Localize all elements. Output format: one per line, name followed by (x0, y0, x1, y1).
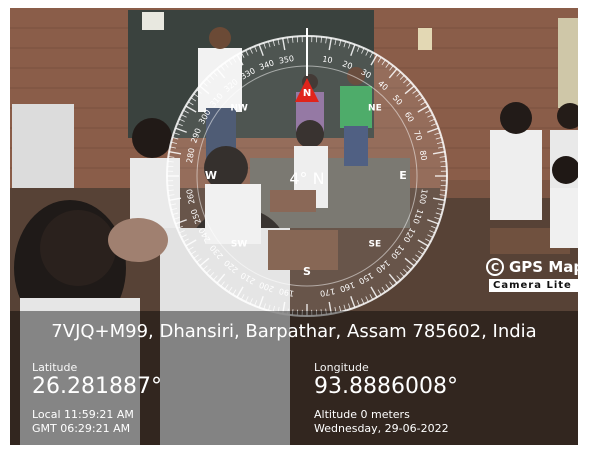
compass-degree-label: 10 (322, 54, 334, 65)
app-logo-icon: C (486, 258, 504, 276)
local-time: Local 11:59:21 AM (32, 408, 134, 421)
longitude-label: Longitude (314, 361, 369, 374)
compass-cardinal-n: N (303, 88, 311, 99)
app-name: GPS Map (509, 258, 578, 276)
compass-cardinal-sw: SW (231, 239, 247, 249)
longitude-value: 93.8886008° (314, 374, 458, 399)
location-info-panel: 7VJQ+M99, Dhansiri, Barpathar, Assam 785… (10, 311, 578, 445)
gmt-time: GMT 06:29:21 AM (32, 422, 131, 435)
compass-heading: 4° N (289, 169, 324, 188)
compass-cardinal-nw: NW (230, 104, 248, 114)
latitude-block: Latitude 26.281887° Local 11:59:21 AM GM… (32, 361, 162, 436)
longitude-block: Longitude 93.8886008° Altitude 0 meters … (314, 361, 458, 436)
compass-cardinal-se: SE (369, 239, 382, 249)
compass-cardinal-ne: NE (368, 104, 382, 114)
latitude-value: 26.281887° (32, 374, 162, 399)
date: Wednesday, 29-06-2022 (314, 422, 449, 435)
latitude-label: Latitude (32, 361, 78, 374)
address-text: 7VJQ+M99, Dhansiri, Barpathar, Assam 785… (51, 321, 537, 342)
compass-cardinal-e: E (399, 169, 407, 182)
altitude: Altitude 0 meters (314, 408, 410, 421)
compass-cardinal-s: S (303, 265, 311, 278)
photo-frame: 10 20 30 40 50 60 70 80 100 110 120 130 140 150 160 170… (10, 8, 578, 445)
app-watermark: C GPS Map Camera Lite (486, 258, 578, 302)
compass-cardinal-w: W (205, 169, 217, 182)
compass-degree-label: 80 (418, 150, 429, 162)
app-subtitle: Camera Lite (489, 279, 578, 292)
